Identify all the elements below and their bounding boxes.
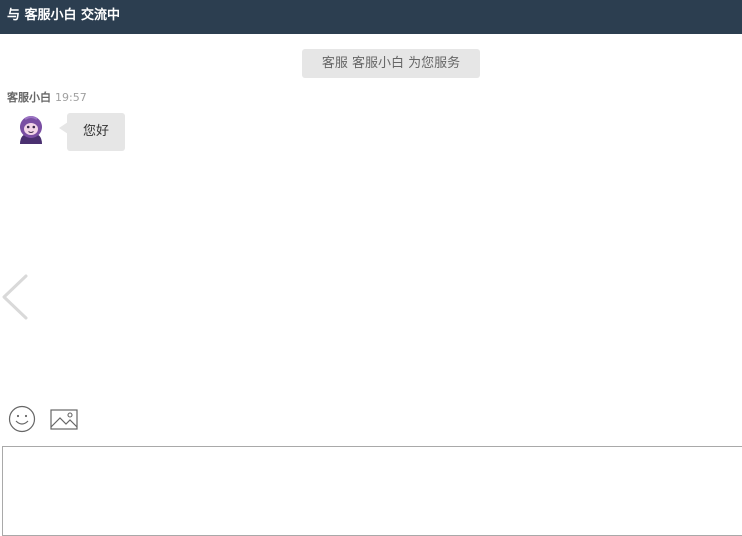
image-icon[interactable] (50, 409, 78, 430)
chat-header: 与 客服小白 交流中 (0, 0, 742, 34)
service-notice: 客服 客服小白 为您服务 (302, 49, 480, 78)
service-notice-text: 客服 客服小白 为您服务 (321, 56, 461, 71)
smiley-icon[interactable] (8, 405, 36, 433)
message-sender: 客服小白 (7, 91, 51, 104)
chevron-left-icon[interactable] (0, 272, 32, 322)
message-bubble: 您好 (67, 113, 125, 151)
monkey-avatar-icon (16, 114, 46, 144)
message-text: 您好 (82, 124, 109, 139)
message-meta: 客服小白 19:57 (7, 90, 87, 105)
message-time: 19:57 (55, 91, 87, 104)
chat-title: 与 客服小白 交流中 (7, 8, 121, 23)
